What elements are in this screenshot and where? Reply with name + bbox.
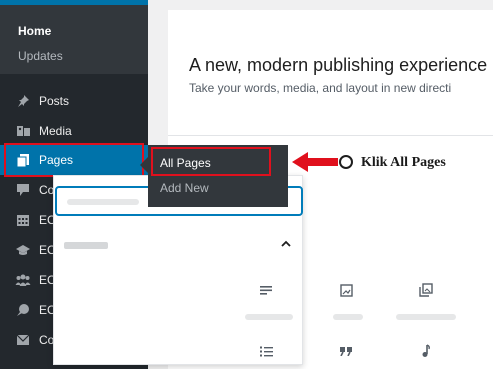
- block-label-bar: [333, 314, 363, 320]
- sidebar-item-label: Posts: [39, 94, 70, 108]
- welcome-headline: A new, modern publishing experience: [189, 55, 488, 75]
- chevron-up-icon[interactable]: [281, 236, 291, 251]
- sidebar-item-media[interactable]: Media: [0, 116, 148, 146]
- image-icon[interactable]: [335, 279, 357, 301]
- paragraph-icon[interactable]: [255, 279, 277, 301]
- comment-icon: [14, 181, 32, 199]
- quote-icon[interactable]: [335, 340, 357, 362]
- category-title-bar: [64, 242, 108, 249]
- media-icon: [14, 122, 32, 140]
- sidebar-item-updates[interactable]: Updates: [18, 49, 63, 63]
- pointer-arrow-icon: [292, 152, 338, 172]
- block-label-bar: [396, 314, 456, 320]
- circle-marker-icon: [339, 155, 353, 169]
- search-placeholder-bar: [67, 199, 139, 205]
- sidebar-item-posts[interactable]: Posts: [0, 86, 148, 116]
- sidebar-item-home[interactable]: Home: [18, 24, 51, 38]
- graduation-cap-icon: [14, 241, 32, 259]
- audio-icon[interactable]: [415, 340, 437, 362]
- welcome-subline: Take your words, media, and layout in ne…: [189, 81, 452, 95]
- dashboard-submenu: Home Updates: [0, 0, 148, 74]
- pages-highlight-box: [4, 143, 144, 177]
- divider: [168, 135, 493, 136]
- sidebar-item-label: Media: [39, 124, 72, 138]
- block-label-bar: [245, 314, 293, 320]
- testimonial-icon: [14, 301, 32, 319]
- calendar-icon: [14, 211, 32, 229]
- active-accent-bar: [0, 0, 148, 5]
- group-icon: [14, 271, 32, 289]
- all-pages-highlight-box: [151, 147, 271, 176]
- gallery-icon[interactable]: [415, 279, 437, 301]
- envelope-icon: [14, 331, 32, 349]
- submenu-item-add-new[interactable]: Add New: [160, 181, 209, 195]
- list-icon[interactable]: [255, 340, 277, 362]
- annotation-text: Klik All Pages: [361, 155, 446, 170]
- pin-icon: [14, 92, 32, 110]
